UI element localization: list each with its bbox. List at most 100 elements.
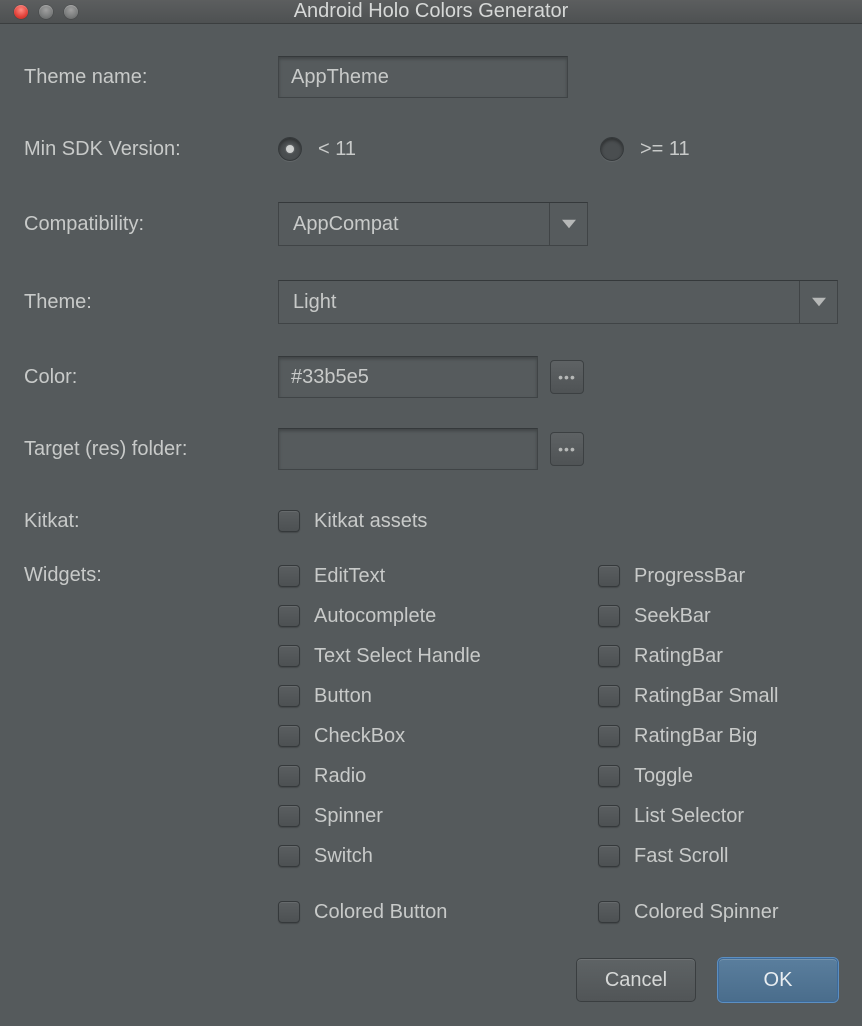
- label-target: Target (res) folder:: [24, 438, 278, 461]
- widgets-col-1: EditText Autocomplete Text Select Handle…: [278, 556, 598, 932]
- checkbox-icon: [598, 901, 620, 923]
- widget-autocomplete-checkbox[interactable]: Autocomplete: [278, 596, 598, 636]
- kitkat-assets-checkbox[interactable]: Kitkat assets: [278, 501, 427, 541]
- widget-checkbox-checkbox[interactable]: CheckBox: [278, 716, 598, 756]
- widget-text-select-handle-checkbox[interactable]: Text Select Handle: [278, 636, 598, 676]
- checkbox-icon: [278, 605, 300, 627]
- widget-label: RatingBar Small: [634, 685, 779, 708]
- row-theme-name: Theme name:: [24, 52, 838, 102]
- theme-name-input[interactable]: [278, 56, 568, 98]
- row-compat: Compatibility: AppCompat: [24, 196, 838, 252]
- label-color: Color:: [24, 366, 278, 389]
- widgets-grid: EditText Autocomplete Text Select Handle…: [278, 556, 779, 932]
- label-widgets: Widgets:: [24, 556, 278, 587]
- theme-select[interactable]: Light: [278, 280, 838, 324]
- widget-button-checkbox[interactable]: Button: [278, 676, 598, 716]
- widget-fast-scroll-checkbox[interactable]: Fast Scroll: [598, 836, 779, 876]
- widget-ratingbar-checkbox[interactable]: RatingBar: [598, 636, 779, 676]
- checkbox-icon: [278, 645, 300, 667]
- widget-toggle-checkbox[interactable]: Toggle: [598, 756, 779, 796]
- checkbox-icon: [278, 685, 300, 707]
- ellipsis-icon: •••: [558, 369, 576, 385]
- widget-spinner-checkbox[interactable]: Spinner: [278, 796, 598, 836]
- radio-lt11-icon: [278, 137, 302, 161]
- row-min-sdk: Min SDK Version: < 11 >= 11: [24, 124, 838, 174]
- widget-label: SeekBar: [634, 605, 711, 628]
- checkbox-icon: [278, 510, 300, 532]
- compat-select[interactable]: AppCompat: [278, 202, 588, 246]
- checkbox-icon: [598, 845, 620, 867]
- compat-value: AppCompat: [279, 213, 549, 236]
- theme-value: Light: [279, 291, 799, 314]
- chevron-down-icon: [799, 281, 837, 323]
- widget-label: CheckBox: [314, 725, 405, 748]
- widget-label: Text Select Handle: [314, 645, 481, 668]
- widget-radio-checkbox[interactable]: Radio: [278, 756, 598, 796]
- widget-ratingbar-big-checkbox[interactable]: RatingBar Big: [598, 716, 779, 756]
- widget-label: Button: [314, 685, 372, 708]
- window-controls: [14, 5, 78, 19]
- widget-seekbar-checkbox[interactable]: SeekBar: [598, 596, 779, 636]
- close-window-icon[interactable]: [14, 5, 28, 19]
- widget-label: Autocomplete: [314, 605, 436, 628]
- cancel-button[interactable]: Cancel: [576, 958, 696, 1002]
- label-kitkat: Kitkat:: [24, 510, 278, 533]
- widget-progressbar-checkbox[interactable]: ProgressBar: [598, 556, 779, 596]
- checkbox-icon: [278, 805, 300, 827]
- widget-ratingbar-small-checkbox[interactable]: RatingBar Small: [598, 676, 779, 716]
- minimize-window-icon[interactable]: [39, 5, 53, 19]
- widget-label: EditText: [314, 565, 385, 588]
- checkbox-icon: [598, 765, 620, 787]
- checkbox-icon: [278, 845, 300, 867]
- label-theme: Theme:: [24, 291, 278, 314]
- color-input[interactable]: [278, 356, 538, 398]
- row-color: Color: •••: [24, 352, 838, 402]
- zoom-window-icon[interactable]: [64, 5, 78, 19]
- widget-label: RatingBar: [634, 645, 723, 668]
- widget-label: Switch: [314, 845, 373, 868]
- dialog-body: Theme name: Min SDK Version: < 11 >= 11: [0, 24, 862, 958]
- min-sdk-radio-group: < 11 >= 11: [278, 137, 838, 161]
- row-theme: Theme: Light: [24, 274, 838, 330]
- widget-label: Toggle: [634, 765, 693, 788]
- checkbox-icon: [278, 565, 300, 587]
- checkbox-icon: [598, 605, 620, 627]
- ok-button-label: OK: [764, 969, 793, 992]
- widget-edittext-checkbox[interactable]: EditText: [278, 556, 598, 596]
- widget-label: Colored Button: [314, 901, 447, 924]
- widget-label: List Selector: [634, 805, 744, 828]
- radio-gte11-icon: [600, 137, 624, 161]
- widget-colored-spinner-checkbox[interactable]: Colored Spinner: [598, 892, 779, 932]
- widget-label: Colored Spinner: [634, 901, 779, 924]
- radio-lt11-label: < 11: [318, 138, 356, 161]
- checkbox-icon: [278, 901, 300, 923]
- dialog-footer: Cancel OK: [0, 958, 862, 1026]
- widget-list-selector-checkbox[interactable]: List Selector: [598, 796, 779, 836]
- row-widgets: Widgets: EditText Autocomplete Text Sele…: [24, 556, 838, 932]
- color-picker-button[interactable]: •••: [550, 360, 584, 394]
- widget-label: RatingBar Big: [634, 725, 757, 748]
- browse-folder-button[interactable]: •••: [550, 432, 584, 466]
- kitkat-assets-label: Kitkat assets: [314, 510, 427, 533]
- checkbox-icon: [598, 725, 620, 747]
- widgets-col-2: ProgressBar SeekBar RatingBar RatingBar …: [598, 556, 779, 932]
- checkbox-icon: [598, 805, 620, 827]
- window-title: Android Holo Colors Generator: [0, 0, 862, 23]
- ok-button[interactable]: OK: [718, 958, 838, 1002]
- checkbox-icon: [278, 725, 300, 747]
- radio-gte11[interactable]: >= 11: [600, 137, 690, 161]
- widget-label: Spinner: [314, 805, 383, 828]
- row-kitkat: Kitkat: Kitkat assets: [24, 496, 838, 546]
- widget-label: ProgressBar: [634, 565, 745, 588]
- dialog-window: Android Holo Colors Generator Theme name…: [0, 0, 862, 1026]
- target-folder-input[interactable]: [278, 428, 538, 470]
- label-compat: Compatibility:: [24, 213, 278, 236]
- radio-gte11-label: >= 11: [640, 138, 690, 161]
- widget-switch-checkbox[interactable]: Switch: [278, 836, 598, 876]
- widget-label: Fast Scroll: [634, 845, 728, 868]
- checkbox-icon: [278, 765, 300, 787]
- widget-colored-button-checkbox[interactable]: Colored Button: [278, 892, 598, 932]
- radio-lt11[interactable]: < 11: [278, 137, 600, 161]
- titlebar: Android Holo Colors Generator: [0, 0, 862, 24]
- label-min-sdk: Min SDK Version:: [24, 138, 278, 161]
